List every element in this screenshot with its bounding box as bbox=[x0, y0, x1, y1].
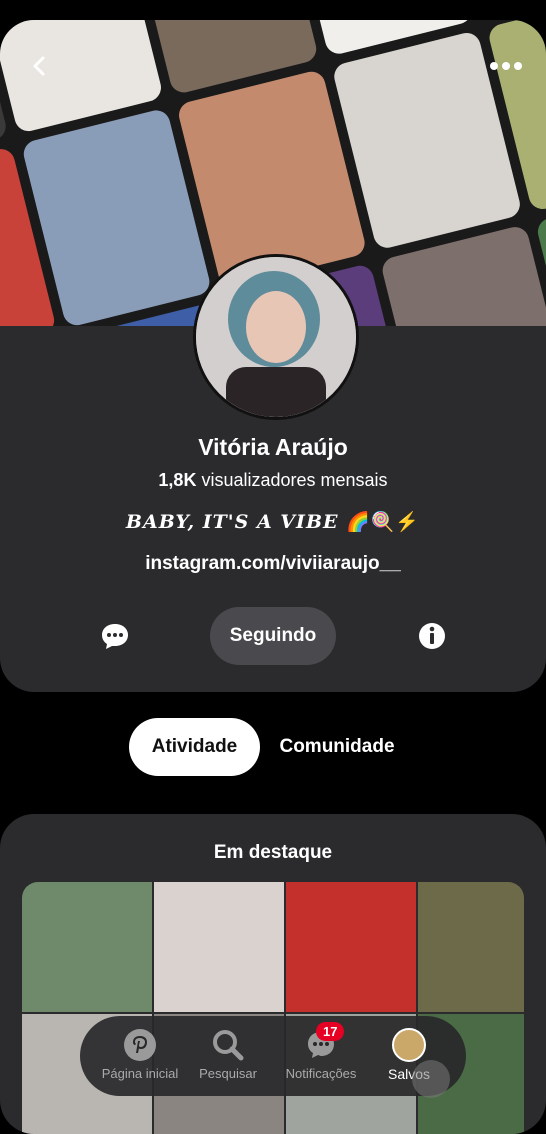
bio-text: BABY, IT'S A VIBE bbox=[125, 511, 339, 533]
assistive-touch-button[interactable] bbox=[412, 1060, 450, 1098]
featured-pin[interactable] bbox=[418, 882, 524, 1012]
nav-notifications[interactable]: Notificações 17 bbox=[274, 1016, 368, 1096]
profile-name: Vitória Araújo bbox=[198, 434, 348, 460]
message-button[interactable] bbox=[100, 621, 132, 653]
tab-community[interactable]: Comunidade bbox=[270, 718, 404, 776]
nav-search-label: Pesquisar bbox=[199, 1066, 257, 1081]
featured-title: Em destaque bbox=[213, 842, 333, 863]
nav-notifications-label: Notificações bbox=[285, 1066, 357, 1081]
notification-badge: 17 bbox=[316, 1022, 345, 1041]
profile-bio: BABY, IT'S A VIBE 🌈🍭⚡ bbox=[0, 510, 546, 533]
avatar-photo bbox=[196, 257, 356, 417]
viewers-label: visualizadores mensais bbox=[201, 470, 388, 490]
info-button[interactable] bbox=[417, 621, 449, 653]
nav-search[interactable]: Pesquisar bbox=[188, 1016, 268, 1096]
cover-photo bbox=[20, 107, 213, 326]
saved-avatar bbox=[392, 1028, 426, 1062]
nav-home[interactable]: Página inicial bbox=[96, 1016, 184, 1096]
more-horizontal-icon bbox=[490, 62, 522, 70]
back-button[interactable] bbox=[20, 46, 60, 86]
following-button[interactable]: Seguindo bbox=[210, 607, 336, 665]
info-icon bbox=[419, 623, 445, 649]
profile-tabs: Atividade Comunidade bbox=[0, 718, 546, 776]
chevron-left-icon bbox=[33, 56, 45, 76]
search-icon bbox=[213, 1030, 244, 1061]
viewers-count: 1,8K bbox=[158, 470, 197, 490]
profile-card: Vitória Araújo 1,8K visualizadores mensa… bbox=[0, 20, 546, 692]
featured-pin[interactable] bbox=[22, 882, 152, 1012]
profile-actions: Seguindo bbox=[0, 607, 546, 667]
profile-link[interactable]: instagram.com/viviiaraujo__ bbox=[0, 553, 546, 575]
tab-activity[interactable]: Atividade bbox=[129, 718, 260, 776]
bio-emojis: 🌈🍭⚡ bbox=[346, 511, 421, 533]
bottom-nav: Página inicial Pesquisar Notificações 17… bbox=[80, 1016, 466, 1096]
more-options-button[interactable] bbox=[486, 46, 526, 86]
featured-pin[interactable] bbox=[286, 882, 416, 1012]
nav-home-label: Página inicial bbox=[101, 1066, 179, 1081]
pinterest-icon bbox=[124, 1029, 156, 1061]
monthly-viewers: 1,8K visualizadores mensais bbox=[0, 470, 546, 491]
profile-avatar[interactable] bbox=[193, 254, 359, 420]
featured-pin[interactable] bbox=[154, 882, 284, 1012]
message-bubble-icon bbox=[102, 624, 128, 649]
